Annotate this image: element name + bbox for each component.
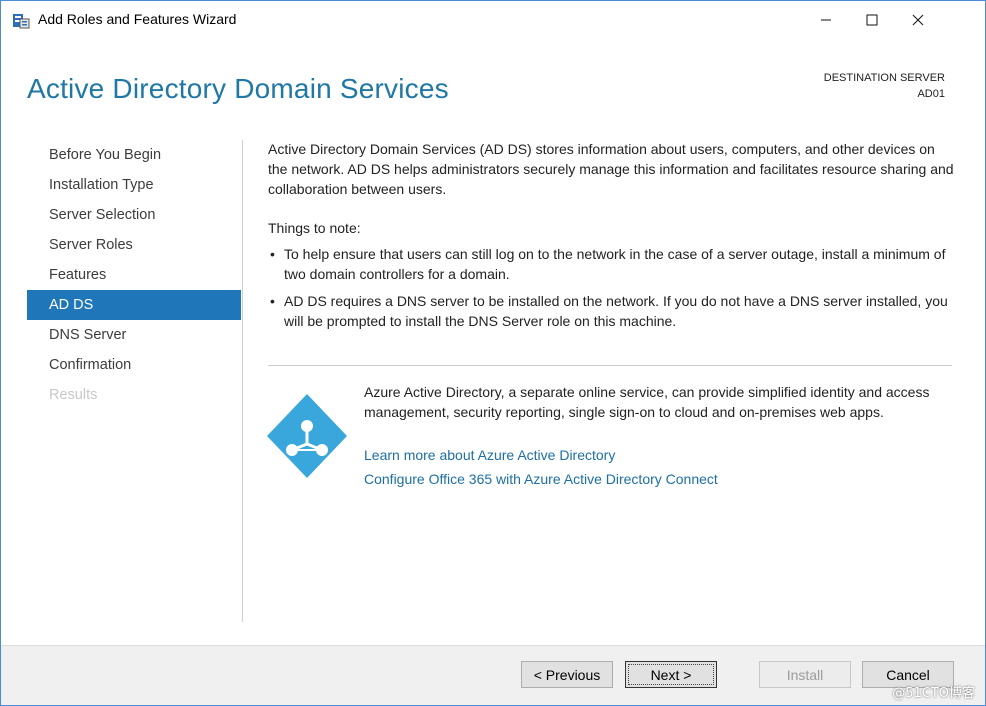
- note-text: To help ensure that users can still log …: [284, 246, 946, 282]
- install-button: Install: [759, 661, 851, 688]
- azure-description: Azure Active Directory, a separate onlin…: [364, 384, 930, 420]
- nav-item-ad-ds[interactable]: AD DS: [27, 290, 241, 320]
- note-text: AD DS requires a DNS server to be instal…: [284, 293, 948, 329]
- notes-heading: Things to note:: [268, 220, 361, 236]
- learn-more-azure-link[interactable]: Learn more about Azure Active Directory: [364, 447, 615, 463]
- destination-server-name: AD01: [917, 88, 945, 100]
- nav-item-dns-server[interactable]: DNS Server: [27, 320, 241, 350]
- configure-office365-link[interactable]: Configure Office 365 with Azure Active D…: [364, 471, 718, 487]
- server-manager-icon: [13, 14, 30, 29]
- nav-item-features[interactable]: Features: [27, 260, 241, 290]
- page-title: Active Directory Domain Services: [27, 73, 449, 104]
- previous-button[interactable]: < Previous: [521, 661, 613, 688]
- nav-item-installation-type[interactable]: Installation Type: [27, 170, 241, 200]
- minimize-icon: [821, 19, 831, 21]
- window-title: Add Roles and Features Wizard: [38, 11, 237, 27]
- minimize-button[interactable]: [803, 1, 849, 39]
- wizard-header: Active Directory Domain Services DESTINA…: [1, 39, 985, 135]
- maximize-icon: [866, 14, 878, 26]
- nav-divider: [242, 140, 243, 622]
- notes-list: • To help ensure that users can still log…: [268, 244, 958, 331]
- intro-text: Active Directory Domain Services (AD DS)…: [268, 141, 954, 197]
- close-icon: [912, 14, 924, 26]
- nav-item-server-selection[interactable]: Server Selection: [27, 200, 241, 230]
- azure-active-directory-icon: [267, 394, 347, 478]
- list-item: • AD DS requires a DNS server to be insta…: [268, 291, 958, 331]
- destination-server-label: DESTINATION SERVER: [823, 72, 945, 84]
- watermark: @51CTO博客: [892, 686, 975, 701]
- wizard-footer: < Previous Next > Install Cancel: [1, 645, 985, 705]
- wizard-nav: Before You Begin Installation Type Serve…: [27, 140, 241, 410]
- title-bar: Add Roles and Features Wizard: [1, 1, 985, 39]
- bullet-icon: •: [270, 293, 275, 309]
- content-area: Active Directory Domain Services (AD DS)…: [268, 139, 958, 338]
- section-divider: [268, 365, 952, 366]
- next-button[interactable]: Next >: [625, 661, 717, 688]
- close-button[interactable]: [895, 1, 941, 39]
- maximize-button[interactable]: [849, 1, 895, 39]
- nav-item-results: Results: [49, 387, 98, 403]
- nav-item-confirmation[interactable]: Confirmation: [27, 350, 241, 380]
- nav-item-before-you-begin[interactable]: Before You Begin: [27, 140, 241, 170]
- nav-item-server-roles[interactable]: Server Roles: [27, 230, 241, 260]
- wizard-window: Add Roles and Features Wizard Active Dir…: [0, 0, 986, 706]
- bullet-icon: •: [270, 246, 275, 262]
- list-item: • To help ensure that users can still log…: [268, 244, 958, 284]
